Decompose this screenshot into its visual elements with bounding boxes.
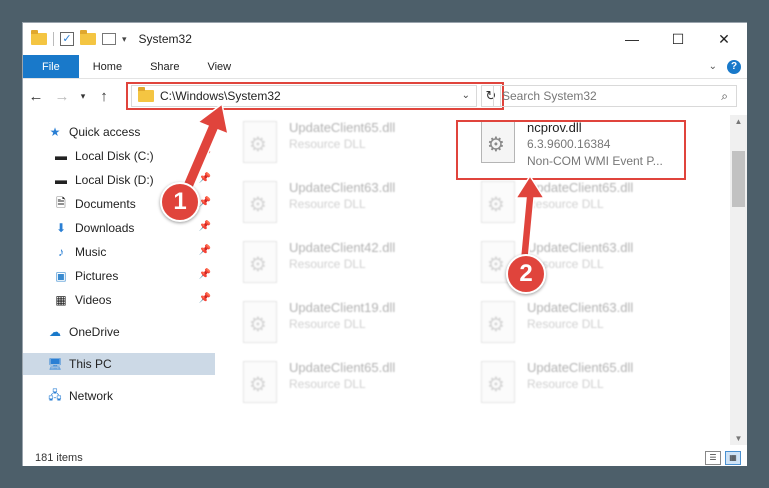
step-1-badge: 1 [160,182,200,222]
step-2-badge: 2 [506,254,546,294]
annotation-arrows [177,102,546,263]
arrow-2 [514,174,546,263]
